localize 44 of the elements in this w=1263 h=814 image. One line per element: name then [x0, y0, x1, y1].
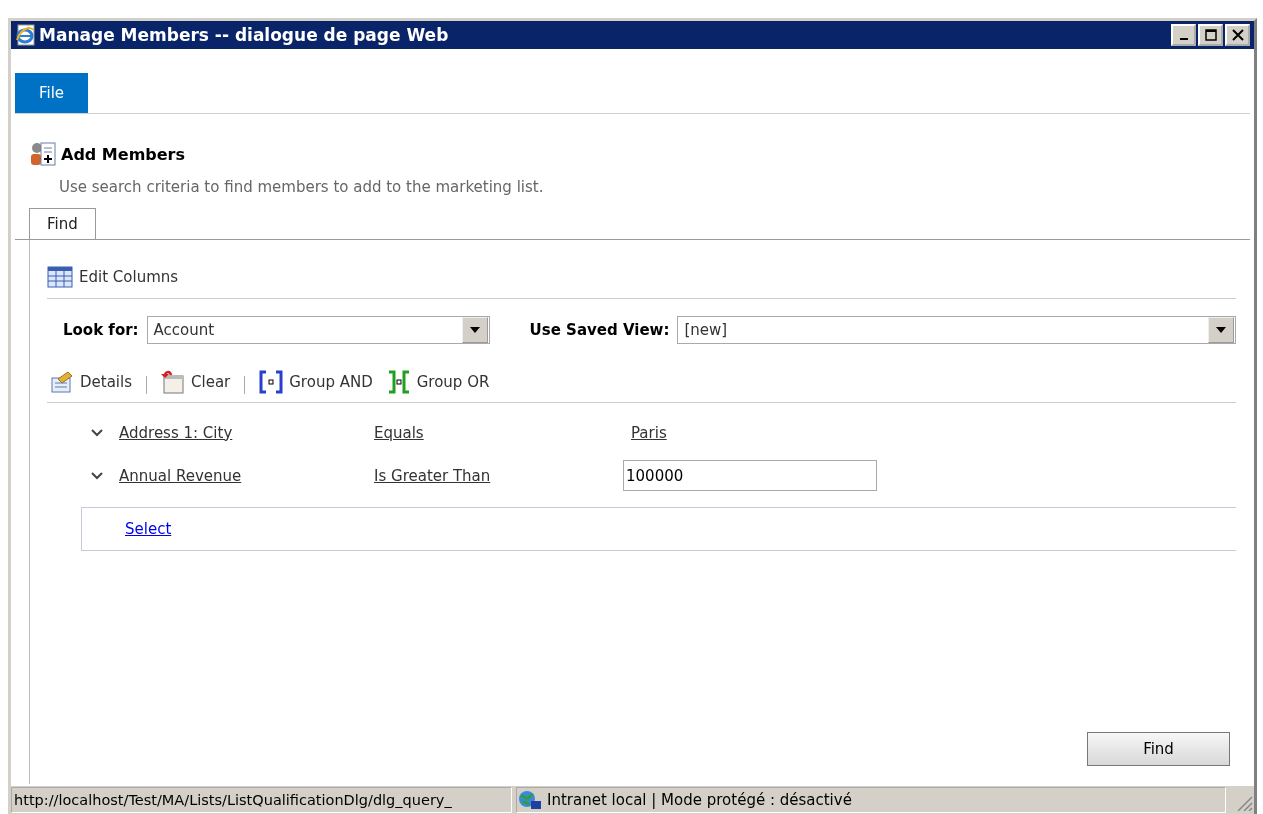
section-title: Add Members: [61, 144, 186, 164]
dropdown-arrow-icon: [1216, 327, 1226, 333]
section-description: Use search criteria to find members to add to the marketing list.: [58, 177, 545, 196]
maximize-button[interactable]: [1198, 24, 1223, 46]
status-url: http://localhost/Test/MA/Lists/ListQualificationDlg/dlg_query_: [11, 787, 512, 813]
bracket-icon: [259, 370, 284, 394]
look-for-label: Look for:: [63, 321, 139, 339]
operator-link[interactable]: Is Greater Than: [374, 466, 623, 485]
find-tab[interactable]: Find: [29, 208, 96, 239]
look-for-dropdown[interactable]: Account: [146, 316, 490, 344]
expand-button[interactable]: [91, 471, 103, 480]
status-zone: Intranet local | Mode protégé : désactivé: [516, 787, 1226, 813]
expand-button[interactable]: [91, 428, 103, 437]
maximize-icon: [1204, 29, 1217, 41]
details-button[interactable]: Details: [50, 370, 132, 394]
clear-button[interactable]: Clear: [161, 370, 231, 394]
details-icon: [50, 370, 74, 394]
clear-icon: [161, 370, 185, 394]
minimize-button[interactable]: [1171, 24, 1196, 46]
window-title: Manage Members -- dialogue de page Web: [39, 25, 450, 45]
chevron-down-icon: [91, 471, 103, 480]
select-link[interactable]: Select: [125, 520, 172, 538]
globe-icon: [517, 789, 543, 811]
edit-columns-button[interactable]: Edit Columns: [47, 266, 179, 288]
field-link[interactable]: Annual Revenue: [119, 466, 374, 485]
table-columns-icon: [47, 266, 73, 288]
close-button[interactable]: [1225, 24, 1250, 46]
browser-icon: [15, 24, 35, 46]
bracket-icon: [386, 370, 411, 394]
saved-view-dropdown[interactable]: [new]: [677, 316, 1236, 344]
chevron-down-icon: [91, 428, 103, 437]
value-link[interactable]: Paris: [631, 423, 667, 442]
operator-link[interactable]: Equals: [374, 423, 623, 442]
group-and-button[interactable]: Group AND: [259, 370, 373, 394]
dropdown-arrow-icon: [469, 327, 480, 333]
field-link[interactable]: Address 1: City: [119, 423, 374, 442]
minimize-icon: [1179, 38, 1188, 40]
value-input[interactable]: 100000: [623, 460, 877, 491]
saved-view-label: Use Saved View:: [529, 321, 670, 339]
group-or-button[interactable]: Group OR: [386, 370, 490, 394]
find-button[interactable]: Find: [1087, 732, 1230, 766]
close-icon: [1231, 29, 1244, 41]
ribbon-tab[interactable]: File: [15, 73, 89, 113]
add-members-icon: [29, 140, 57, 168]
